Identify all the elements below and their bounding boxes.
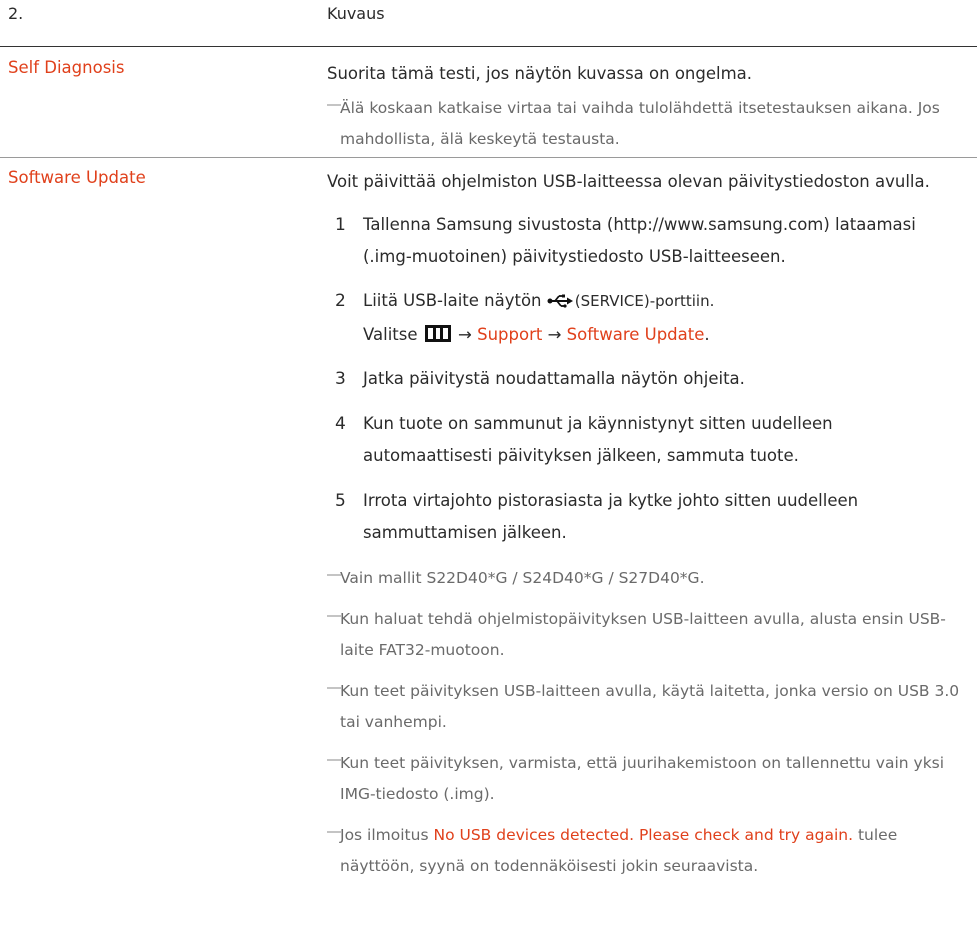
- step-text: Kun tuote on sammunut ja käynnistynyt si…: [363, 414, 833, 465]
- note-text: Kun teet päivityksen USB-laitteen avulla…: [340, 682, 960, 731]
- note-item: ― Vain mallit S22D40*G / S24D40*G / S27D…: [327, 563, 967, 594]
- step-2: 2 Liitä USB-laite näytön (SERVICE)-portt…: [327, 285, 967, 351]
- software-update-label: Software Update: [8, 168, 146, 187]
- error-message-text: No USB devices detected. Please check an…: [433, 826, 854, 844]
- step-text: Tallenna Samsung sivustosta (http://www.…: [363, 215, 916, 266]
- note-marker: ―: [327, 824, 341, 840]
- menu-icon: [424, 325, 451, 342]
- table-row-self-diagnosis: Self Diagnosis Suorita tämä testi, jos n…: [0, 48, 977, 158]
- note-item: ― Kun haluat tehdä ohjelmistopäivityksen…: [327, 604, 967, 666]
- usb-icon: [547, 287, 573, 319]
- note-text: Kun teet päivityksen, varmista, että juu…: [340, 754, 945, 803]
- step-5: 5 Irrota virtajohto pistorasiasta ja kyt…: [327, 485, 967, 549]
- column-header-description: Kuvaus: [327, 4, 385, 23]
- section-number: 2.: [8, 4, 24, 23]
- note-item-last: ― Jos ilmoitus No USB devices detected. …: [327, 820, 967, 882]
- period: .: [704, 325, 710, 344]
- note-text: Kun haluat tehdä ohjelmistopäivityksen U…: [340, 610, 946, 659]
- note-marker: ―: [327, 567, 341, 583]
- note-marker: ―: [327, 97, 341, 113]
- step-number: 5: [335, 491, 346, 511]
- step-3: 3 Jatka päivitystä noudattamalla näytön …: [327, 363, 967, 395]
- table-header: 2. Kuvaus: [0, 0, 977, 47]
- note-text: Jos ilmoitus: [340, 826, 429, 844]
- arrow-icon: →: [547, 325, 562, 344]
- note-marker: ―: [327, 752, 341, 768]
- service-port-text: (SERVICE)-porttiin.: [574, 292, 715, 310]
- self-diagnosis-label: Self Diagnosis: [8, 58, 125, 77]
- arrow-icon: →: [458, 325, 472, 344]
- note-item: ― Kun teet päivityksen USB-laitteen avul…: [327, 676, 967, 738]
- menu-path-software-update: Software Update: [566, 325, 705, 344]
- step-text: Liitä USB-laite näytön: [363, 291, 542, 310]
- note-marker: ―: [327, 680, 341, 696]
- step-number: 3: [335, 369, 346, 389]
- step-text: Jatka päivitystä noudattamalla näytön oh…: [363, 369, 745, 388]
- step-number: 2: [335, 291, 346, 311]
- table-row-software-update: Software Update Voit päivittää ohjelmist…: [0, 158, 977, 942]
- note-text: Älä koskaan katkaise virtaa tai vaihda t…: [340, 99, 940, 148]
- self-diagnosis-note: ― Älä koskaan katkaise virtaa tai vaihda…: [327, 93, 967, 155]
- step-1: 1 Tallenna Samsung sivustosta (http://ww…: [327, 209, 967, 273]
- select-text: Valitse: [363, 325, 418, 344]
- step-text: Irrota virtajohto pistorasiasta ja kytke…: [363, 491, 859, 542]
- note-marker: ―: [327, 608, 341, 624]
- note-text: Vain mallit S22D40*G / S24D40*G / S27D40…: [340, 569, 705, 587]
- software-update-intro: Voit päivittää ohjelmiston USB-laitteess…: [327, 172, 930, 191]
- step-number: 4: [335, 414, 346, 434]
- note-item: ― Kun teet päivityksen, varmista, että j…: [327, 748, 967, 810]
- step-4: 4 Kun tuote on sammunut ja käynnistynyt …: [327, 408, 967, 472]
- menu-path-support: Support: [477, 325, 543, 344]
- step-number: 1: [335, 215, 346, 235]
- self-diagnosis-text: Suorita tämä testi, jos näytön kuvassa o…: [327, 64, 753, 83]
